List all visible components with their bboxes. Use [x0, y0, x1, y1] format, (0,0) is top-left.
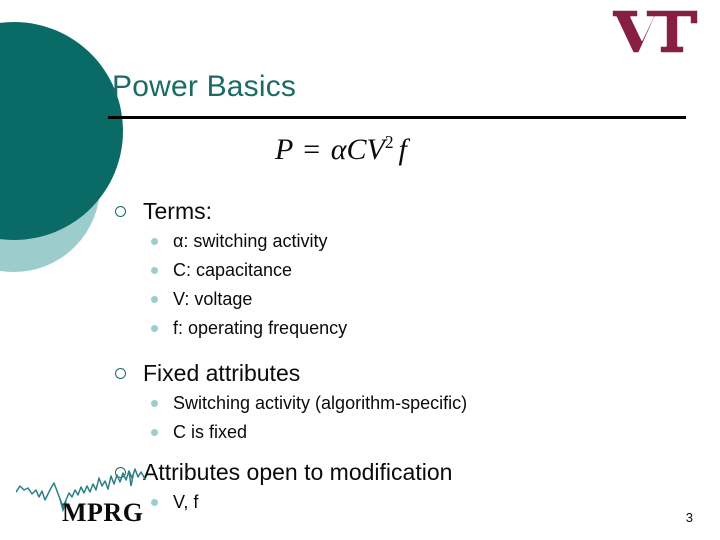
bullet-level2-label: Switching activity (algorithm-specific) [173, 393, 468, 413]
bullet-hollow-circle-icon [112, 367, 143, 379]
bullet-dot-icon [147, 267, 173, 274]
bullet-level1-label: Attributes open to modification [143, 459, 453, 485]
bullet-level2-label: V, f [173, 492, 199, 512]
equation-lhs: P [275, 133, 293, 166]
title-divider [108, 116, 686, 119]
bullet-level1-label: Fixed attributes [143, 360, 301, 386]
vt-logo [611, 9, 699, 54]
power-equation: P = αCV2 f [275, 132, 407, 167]
bullet-level2-label: f: operating frequency [173, 318, 348, 338]
bullet-dot-icon [147, 499, 173, 506]
bullet-level1: Attributes open to modification [112, 457, 682, 487]
slide-title: Power Basics [112, 70, 297, 103]
equation-voltage: V [366, 133, 385, 166]
bullet-level2: Switching activity (algorithm-specific) [112, 389, 682, 418]
bullet-level2: α: switching activity [112, 227, 682, 256]
bullet-level2: V: voltage [112, 285, 682, 314]
bullet-level2-label: C is fixed [173, 422, 248, 442]
equation-exponent: 2 [384, 132, 394, 152]
mprg-logo-text: MPRG [62, 498, 144, 527]
page-number: 3 [685, 510, 693, 525]
slide-body: Terms: α: switching activity C: capacita… [112, 196, 682, 517]
bullet-level2: V, f [112, 488, 682, 517]
bullet-dot-icon [147, 429, 173, 436]
bullet-dot-icon [147, 238, 173, 245]
equation-alpha: α [330, 133, 347, 166]
bullet-level2: C: capacitance [112, 256, 682, 285]
mprg-logo: MPRG [15, 466, 146, 532]
equation-frequency: f [398, 133, 407, 166]
bullet-dot-icon [147, 325, 173, 332]
decorative-circle-dark [0, 22, 123, 240]
bullet-dot-icon [147, 400, 173, 407]
bullet-dot-icon [147, 296, 173, 303]
bullet-level1: Fixed attributes [112, 358, 682, 388]
bullet-level1: Terms: [112, 196, 682, 226]
bullet-hollow-circle-icon [112, 205, 143, 217]
bullet-level2: C is fixed [112, 418, 682, 447]
equation-operator: = [303, 133, 321, 166]
bullet-level2-label: V: voltage [173, 289, 253, 309]
slide: Power Basics P = αCV2 f Terms: α: switchi… [0, 0, 720, 540]
bullet-level2: f: operating frequency [112, 314, 682, 343]
bullet-level2-label: α: switching activity [173, 231, 328, 251]
bullet-level2-label: C: capacitance [173, 260, 293, 280]
equation-capacitance: C [346, 133, 367, 166]
bullet-level1-label: Terms: [143, 198, 212, 224]
